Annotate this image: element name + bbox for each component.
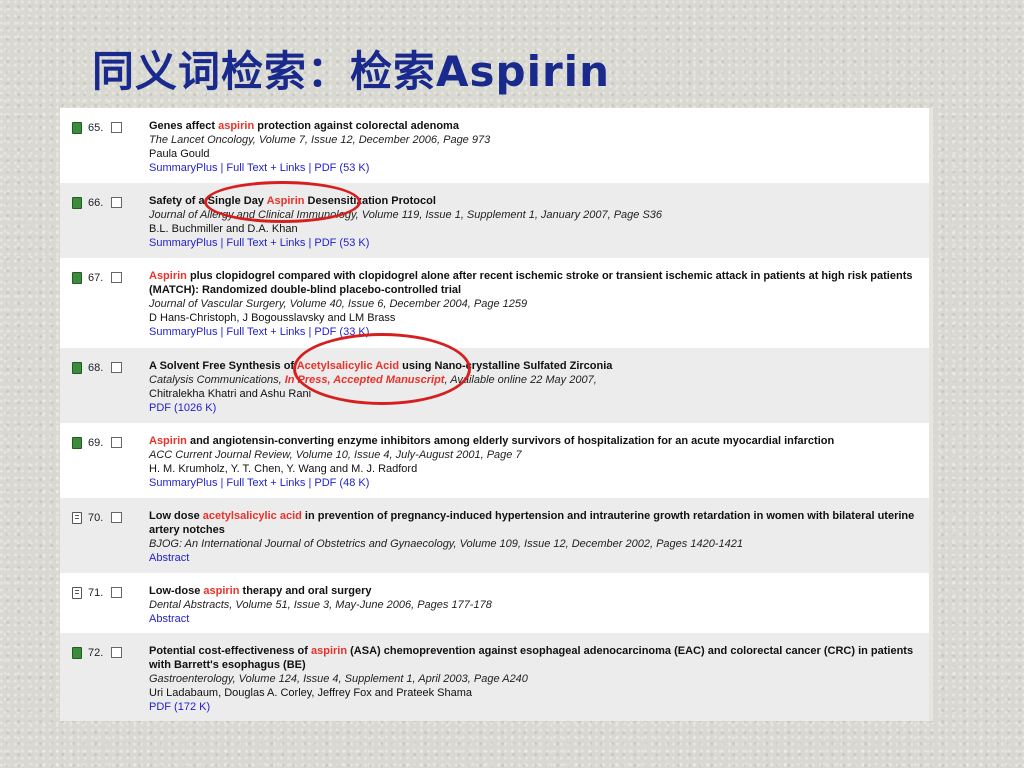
search-term-highlight: Aspirin [149, 270, 187, 282]
select-checkbox[interactable] [111, 272, 122, 283]
result-citation: Catalysis Communications, In Press, Acce… [149, 374, 597, 386]
result-row: 67. Aspirin plus clopidogrel compared wit… [60, 258, 929, 348]
result-row: 71. Low-dose aspirin therapy and oral sur… [60, 573, 929, 633]
search-term-highlight: aspirin [311, 645, 348, 657]
result-title[interactable]: Aspirin and angiotensin-converting enzym… [149, 434, 924, 448]
search-term-highlight: Acetylsalicylic Acid [296, 360, 400, 372]
full-text-icon [72, 362, 82, 374]
select-checkbox[interactable] [111, 437, 122, 448]
result-row: 72. Potential cost-effectiveness of aspir… [60, 633, 929, 721]
result-links[interactable]: SummaryPlus | Full Text + Links | PDF (5… [149, 236, 924, 250]
result-links[interactable]: Abstract [149, 612, 924, 626]
result-citation: ACC Current Journal Review, Volume 10, I… [149, 449, 522, 461]
result-title[interactable]: Genes affect aspirin protection against … [149, 119, 924, 133]
result-links[interactable]: PDF (1026 K) [149, 401, 924, 415]
result-number: 70. [88, 512, 104, 524]
result-row: 70. Low dose acetylsalicylic acid in prev… [60, 498, 929, 573]
result-row: 66. Safety of a Single Day Aspirin Desens… [60, 183, 929, 258]
full-text-icon [72, 272, 82, 284]
full-text-icon [72, 197, 82, 209]
select-checkbox[interactable] [111, 197, 122, 208]
select-checkbox[interactable] [111, 122, 122, 133]
result-authors: Uri Ladabaum, Douglas A. Corley, Jeffrey… [149, 687, 473, 699]
result-links[interactable]: SummaryPlus | Full Text + Links | PDF (5… [149, 161, 924, 175]
search-term-highlight: Aspirin [149, 435, 187, 447]
full-text-icon [72, 437, 82, 449]
search-term-highlight: Aspirin [266, 195, 305, 207]
search-results-list: 65. Genes affect aspirin protection again… [60, 108, 933, 721]
result-number: 71. [88, 587, 104, 599]
result-row: 65. Genes affect aspirin protection again… [60, 108, 929, 183]
result-citation: Dental Abstracts, Volume 51, Issue 3, Ma… [149, 599, 492, 611]
result-citation: Journal of Vascular Surgery, Volume 40, … [149, 298, 528, 310]
result-number: 72. [88, 647, 104, 659]
result-links[interactable]: SummaryPlus | Full Text + Links | PDF (4… [149, 476, 924, 490]
result-citation: BJOG: An International Journal of Obstet… [149, 538, 743, 550]
result-links[interactable]: Abstract [149, 551, 924, 565]
result-citation: Gastroenterology, Volume 124, Issue 4, S… [149, 673, 528, 685]
full-text-icon [72, 122, 82, 134]
result-authors: Chitralekha Khatri and Ashu Rani [149, 388, 312, 400]
result-title[interactable]: Safety of a Single Day Aspirin Desensiti… [149, 194, 924, 208]
full-text-icon [72, 647, 82, 659]
result-links[interactable]: SummaryPlus | Full Text + Links | PDF (3… [149, 325, 924, 339]
result-title[interactable]: Aspirin plus clopidogrel compared with c… [149, 269, 924, 297]
result-title[interactable]: Low dose acetylsalicylic acid in prevent… [149, 509, 924, 537]
search-term-highlight: aspirin [203, 585, 240, 597]
result-title[interactable]: Potential cost-effectiveness of aspirin … [149, 644, 924, 672]
result-row: 69. Aspirin and angiotensin-converting en… [60, 423, 929, 498]
result-citation: Journal of Allergy and Clinical Immunolo… [149, 209, 663, 221]
select-checkbox[interactable] [111, 647, 122, 658]
abstract-icon [72, 512, 82, 524]
select-checkbox[interactable] [111, 587, 122, 598]
result-authors: Paula Gould [149, 148, 210, 160]
select-checkbox[interactable] [111, 362, 122, 373]
abstract-icon [72, 587, 82, 599]
search-term-highlight: acetylsalicylic acid [202, 510, 302, 522]
result-number: 67. [88, 272, 104, 284]
result-links[interactable]: PDF (172 K) [149, 700, 924, 714]
select-checkbox[interactable] [111, 512, 122, 523]
result-title[interactable]: Low-dose aspirin therapy and oral surger… [149, 584, 924, 598]
result-authors: H. M. Krumholz, Y. T. Chen, Y. Wang and … [149, 463, 418, 475]
slide-title: 同义词检索：检索Aspirin [92, 47, 610, 96]
result-number: 68. [88, 362, 104, 374]
search-term-highlight: aspirin [218, 120, 255, 132]
result-row: 68. A Solvent Free Synthesis of Acetylsal… [60, 348, 929, 423]
result-number: 69. [88, 437, 104, 449]
result-authors: B.L. Buchmiller and D.A. Khan [149, 223, 298, 235]
result-title[interactable]: A Solvent Free Synthesis of Acetylsalicy… [149, 359, 924, 373]
result-number: 65. [88, 122, 104, 134]
result-number: 66. [88, 197, 104, 209]
result-citation: The Lancet Oncology, Volume 7, Issue 12,… [149, 134, 491, 146]
result-authors: D Hans-Christoph, J Bogousslavsky and LM… [149, 312, 396, 324]
